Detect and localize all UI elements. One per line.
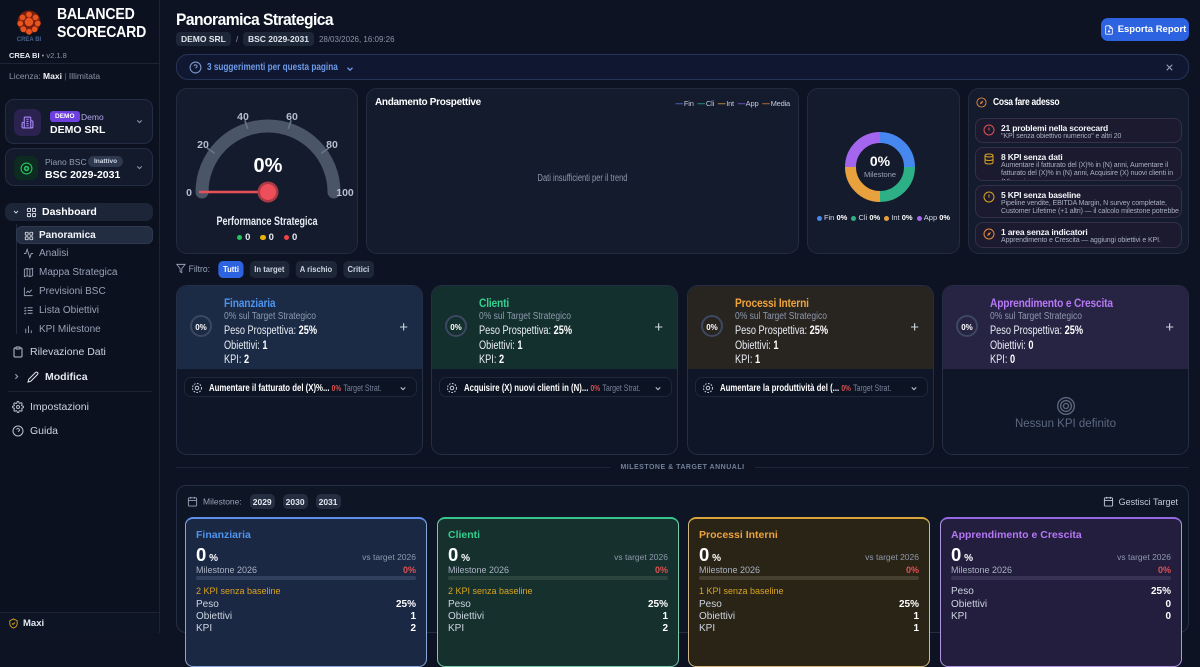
svg-text:0%: 0%: [254, 155, 283, 177]
svg-text:0%: 0%: [870, 153, 891, 169]
svg-text:CREA BI: CREA BI: [17, 37, 42, 43]
svg-text:20: 20: [197, 139, 209, 151]
svg-text:40: 40: [237, 111, 249, 123]
svg-text:Milestone: Milestone: [864, 170, 896, 179]
svg-text:80: 80: [326, 139, 338, 151]
svg-text:0: 0: [186, 187, 192, 199]
svg-text:100: 100: [336, 187, 354, 199]
svg-text:60: 60: [286, 111, 298, 123]
